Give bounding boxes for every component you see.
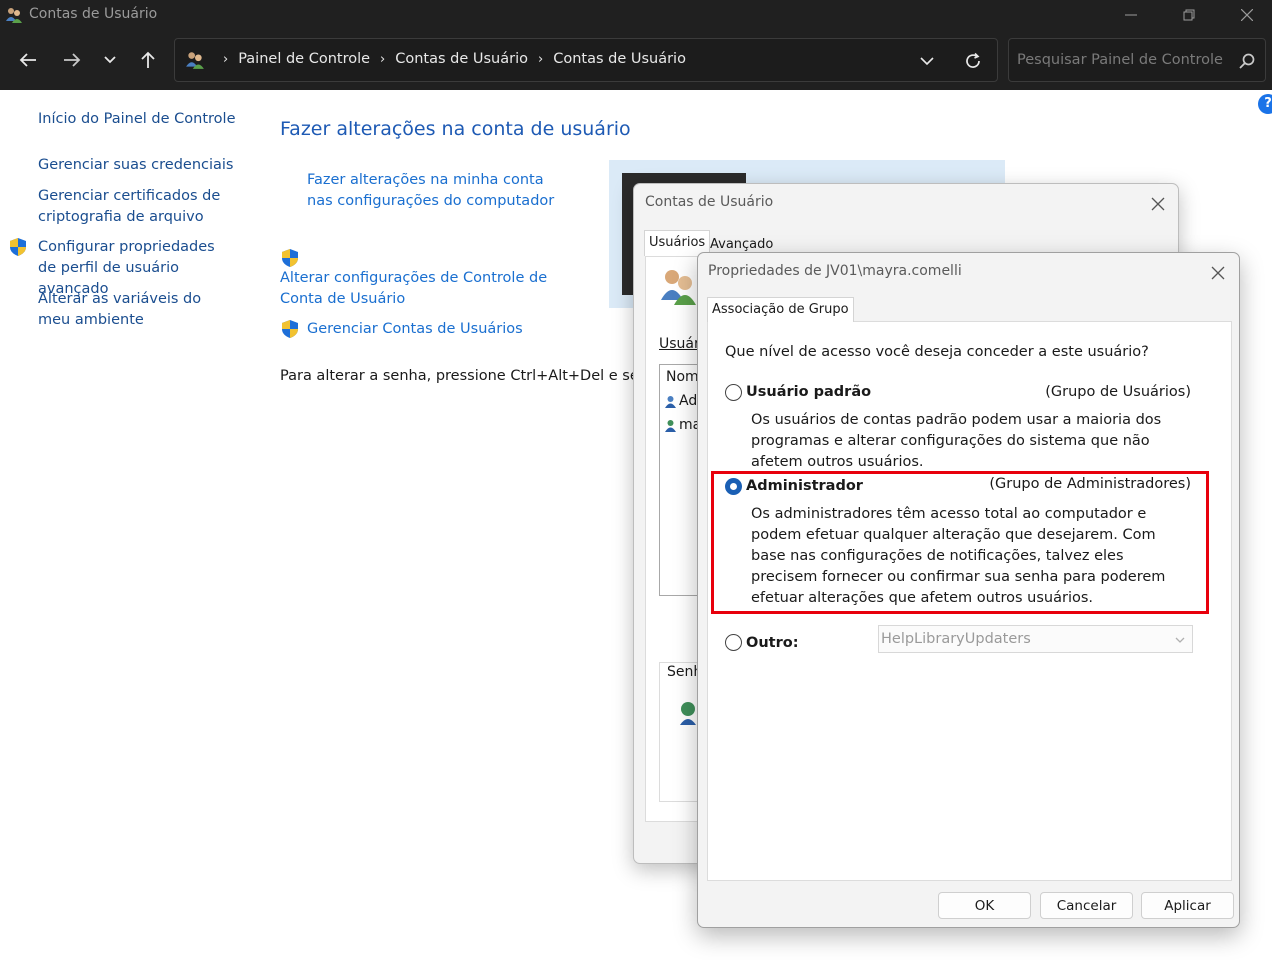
password-hint: Para alterar a senha, pressione Ctrl+Alt… (280, 368, 682, 384)
close-icon (1241, 9, 1253, 21)
chevron-down-icon (1175, 637, 1185, 643)
arrow-left-icon (19, 53, 36, 67)
refresh-icon (966, 52, 980, 68)
breadcrumb-item[interactable]: Painel de Controle (238, 51, 370, 67)
close-icon[interactable] (1148, 194, 1168, 214)
minimize-button[interactable] (1108, 0, 1154, 30)
search-box[interactable] (1008, 38, 1266, 82)
breadcrumb: › Painel de Controle › Contas de Usuário… (213, 51, 686, 67)
option-group: (Grupo de Usuários) (1045, 384, 1191, 400)
address-bar[interactable]: › Painel de Controle › Contas de Usuário… (174, 38, 998, 82)
nav-environment-variables[interactable]: Alterar as variáveis do meu ambiente (38, 289, 223, 331)
radio-administrator[interactable] (725, 478, 742, 495)
restore-button[interactable] (1166, 0, 1212, 30)
chevron-right-icon: › (380, 51, 386, 67)
option-label[interactable]: Outro: (746, 635, 799, 651)
recent-locations-button[interactable] (96, 46, 124, 74)
uac-shield-icon (282, 249, 298, 267)
breadcrumb-item[interactable]: Contas de Usuário (395, 51, 528, 67)
minimize-icon (1125, 14, 1137, 16)
dialog-title: Propriedades de JV01\mayra.comelli (708, 263, 962, 279)
link-account-settings[interactable]: Fazer alterações na minha conta nas conf… (307, 170, 567, 212)
window-title: Contas de Usuário (29, 6, 158, 22)
option-group: (Grupo de Administradores) (989, 476, 1191, 492)
refresh-button[interactable] (961, 50, 985, 72)
access-question: Que nível de acesso você deseja conceder… (725, 344, 1149, 360)
arrow-right-icon (64, 53, 81, 67)
up-button[interactable] (134, 46, 162, 74)
cancel-button[interactable]: Cancelar (1040, 892, 1133, 919)
arrow-up-icon (141, 51, 155, 68)
restore-icon (1183, 9, 1195, 21)
address-dropdown-button[interactable] (915, 51, 939, 71)
help-icon[interactable]: ? (1258, 94, 1272, 114)
chevron-down-icon (920, 56, 934, 65)
properties-dialog: Propriedades de JV01\mayra.comelli Que n… (697, 252, 1240, 928)
forward-button[interactable] (58, 46, 86, 74)
nav-manage-credentials[interactable]: Gerenciar suas credenciais (38, 155, 238, 176)
ok-button[interactable]: OK (938, 892, 1031, 919)
apply-button[interactable]: Aplicar (1141, 892, 1234, 919)
back-button[interactable] (14, 46, 42, 74)
search-icon[interactable] (1237, 51, 1257, 71)
list-item[interactable]: Ad (679, 393, 697, 409)
link-uac-settings[interactable]: Alterar configurações de Controle de Con… (280, 268, 580, 310)
option-description: Os usuários de contas padrão podem usar … (751, 412, 1162, 470)
users-icon (661, 270, 696, 305)
link-manage-accounts[interactable]: Gerenciar Contas de Usuários (307, 319, 567, 340)
radio-standard-user[interactable] (725, 384, 742, 401)
option-label[interactable]: Usuário padrão (746, 384, 871, 400)
user-accounts-icon (6, 8, 22, 23)
other-group-combo[interactable]: HelpLibraryUpdaters (878, 625, 1193, 653)
radio-other[interactable] (725, 634, 742, 651)
navigation-bar: › Painel de Controle › Contas de Usuário… (0, 30, 1272, 90)
uac-shield-icon (282, 320, 298, 338)
chevron-right-icon: › (538, 51, 544, 67)
uac-shield-icon (10, 238, 26, 256)
breadcrumb-item[interactable]: Contas de Usuário (553, 51, 686, 67)
close-icon[interactable] (1208, 263, 1228, 283)
selection-indicator (0, 90, 2, 150)
user-icon (665, 420, 676, 432)
search-input[interactable] (1017, 49, 1227, 71)
tab-group-membership[interactable]: Associação de Grupo (707, 297, 854, 322)
chevron-down-icon (104, 56, 116, 64)
close-window-button[interactable] (1224, 0, 1270, 30)
left-navigation: Início do Painel de Controle Gerenciar s… (0, 90, 240, 960)
title-bar: Contas de Usuário (0, 0, 1272, 30)
nav-control-panel-home[interactable]: Início do Painel de Controle (38, 109, 238, 130)
chevron-right-icon: › (223, 51, 229, 67)
option-description: Os administradores têm acesso total ao c… (751, 506, 1166, 606)
group-membership-panel: Que nível de acesso você deseja conceder… (707, 321, 1232, 881)
list-header[interactable]: Nom (666, 369, 699, 385)
dialog-title: Contas de Usuário (645, 194, 774, 210)
user-accounts-icon (186, 52, 204, 69)
user-icon (665, 396, 676, 408)
page-title: Fazer alterações na conta de usuário (280, 118, 631, 140)
combo-value: HelpLibraryUpdaters (881, 631, 1031, 647)
option-label[interactable]: Administrador (746, 478, 863, 494)
nav-manage-certificates[interactable]: Gerenciar certificados de criptografia d… (38, 186, 228, 228)
